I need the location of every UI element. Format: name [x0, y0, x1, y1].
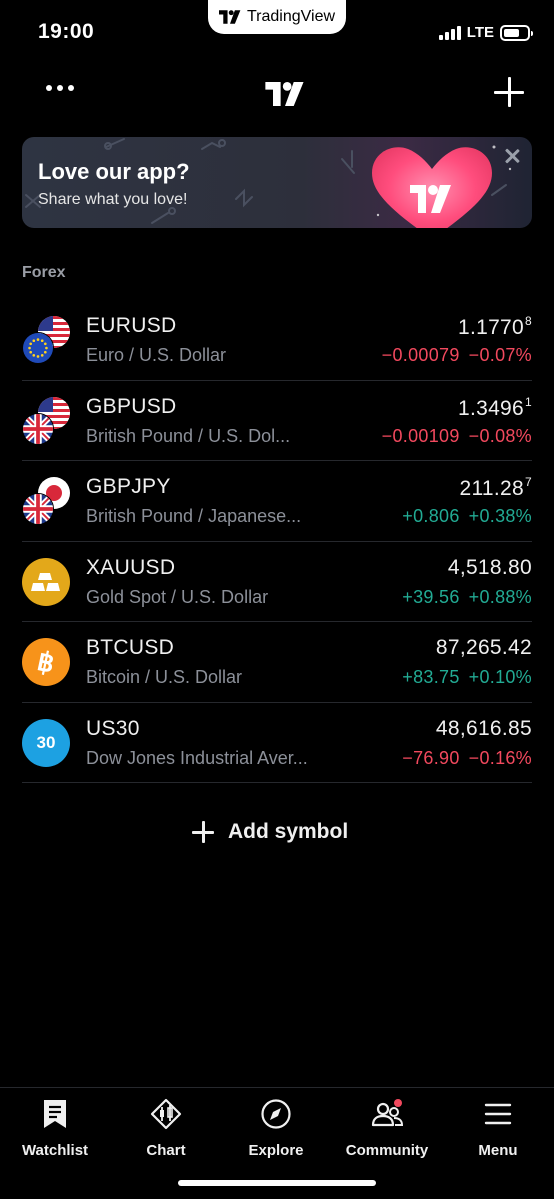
symbol-list: EURUSD Euro / U.S. Dollar 1.17708 −0.000…: [0, 300, 554, 783]
symbol-description: British Pound / U.S. Dol...: [86, 425, 291, 446]
network-label: LTE: [466, 24, 494, 41]
symbol-change: +83.75 +0.10%: [402, 667, 532, 688]
symbol-description: British Pound / Japanese...: [86, 506, 302, 526]
tab-label: Chart: [146, 1142, 186, 1159]
symbol-price: 87,265.42: [436, 636, 532, 660]
add-symbol-button[interactable]: Add symbol: [192, 820, 348, 844]
us30-index-icon: 30: [22, 718, 70, 767]
symbol-row-eurusd[interactable]: EURUSD Euro / U.S. Dollar 1.17708 −0.000…: [22, 300, 532, 381]
change-pct: −0.08%: [468, 425, 532, 446]
change-pct: +0.88%: [468, 586, 532, 607]
tab-label: Watchlist: [21, 1142, 89, 1159]
tab-community[interactable]: Community: [332, 1098, 442, 1159]
tab-label: Explore: [248, 1142, 304, 1159]
tradingview-logo-icon: [265, 82, 304, 106]
bitcoin-icon: ฿: [22, 638, 70, 686]
tradingview-logo-icon: [218, 10, 241, 24]
price-main: 48,616.85: [435, 716, 532, 740]
symbol-price: 48,616.85: [436, 717, 532, 741]
change-abs: +0.806: [402, 506, 460, 526]
community-icon: [371, 1099, 404, 1127]
symbol-price: 1.34961: [458, 395, 532, 421]
banner-subtitle: Share what you love!: [38, 191, 188, 208]
gold-bars-icon: [22, 557, 70, 606]
symbol-change: −0.00079 −0.07%: [382, 345, 532, 366]
price-pip: 8: [525, 314, 532, 328]
symbol-price: 1.17708: [458, 314, 532, 340]
price-main: 4,518.80: [447, 555, 532, 579]
close-icon[interactable]: [504, 148, 520, 164]
section-title[interactable]: Forex: [22, 264, 66, 282]
change-pct: +0.38%: [468, 506, 532, 526]
symbol-description: Gold Spot / U.S. Dollar: [86, 586, 269, 607]
hamburger-menu-icon: [484, 1103, 512, 1125]
symbol-change: −0.00109 −0.08%: [382, 426, 532, 447]
gbp-usd-flags-icon: [22, 396, 70, 445]
price-pip: 7: [525, 475, 532, 489]
price-pip: 1: [525, 394, 532, 409]
add-symbol-label: Add symbol: [228, 820, 349, 843]
status-time: 19:00: [38, 20, 95, 43]
price-main: 211.28: [459, 477, 525, 500]
notification-dot: [394, 1099, 402, 1107]
tradingview-pill[interactable]: TradingView: [208, 0, 346, 34]
change-abs: +39.56: [402, 586, 460, 607]
symbol-row-btcusd[interactable]: ฿ BTCUSD Bitcoin / U.S. Dollar 87,265.42…: [22, 622, 532, 703]
heart-logo-icon: [372, 147, 492, 228]
change-abs: −76.90: [402, 747, 460, 768]
symbol-row-xauusd[interactable]: XAUUSD Gold Spot / U.S. Dollar 4,518.80 …: [22, 542, 532, 622]
change-pct: +0.10%: [468, 667, 532, 687]
change-abs: +83.75: [402, 667, 460, 687]
tab-menu[interactable]: Menu: [443, 1098, 553, 1159]
symbol-ticker: EURUSD: [86, 314, 177, 337]
symbol-description: Dow Jones Industrial Aver...: [86, 747, 308, 768]
home-indicator[interactable]: [178, 1180, 376, 1186]
tab-watchlist[interactable]: Watchlist: [0, 1098, 110, 1159]
tab-label: Menu: [478, 1142, 518, 1159]
bookmark-icon: [44, 1100, 66, 1128]
price-main: 1.3496: [457, 396, 525, 420]
symbol-change: +0.806 +0.38%: [402, 506, 532, 527]
symbol-row-gbpusd[interactable]: GBPUSD British Pound / U.S. Dol... 1.349…: [22, 381, 532, 461]
symbol-price: 4,518.80: [448, 556, 532, 580]
tab-chart[interactable]: Chart: [111, 1098, 221, 1159]
symbol-price: 211.287: [460, 475, 532, 501]
symbol-change: −76.90 −0.16%: [402, 748, 532, 769]
tab-label: Community: [345, 1142, 429, 1159]
signal-icon: [438, 25, 461, 40]
symbol-row-us30[interactable]: 30 US30 Dow Jones Industrial Aver... 48,…: [22, 703, 532, 783]
rate-app-banner[interactable]: Love our app? Share what you love!: [22, 137, 532, 228]
change-abs: −0.00109: [381, 425, 460, 446]
battery-icon: [500, 24, 533, 41]
symbol-ticker: XAUUSD: [86, 555, 176, 579]
symbol-ticker: BTCUSD: [86, 636, 175, 659]
banner-title: Love our app?: [38, 159, 190, 184]
price-main: 87,265.42: [435, 636, 532, 659]
chart-candles-icon: [150, 1098, 182, 1130]
status-indicators: LTE: [438, 24, 533, 41]
symbol-ticker: GBPUSD: [86, 394, 177, 418]
change-abs: −0.00079: [381, 345, 460, 365]
tab-explore[interactable]: Explore: [221, 1098, 331, 1159]
change-pct: −0.16%: [468, 747, 532, 768]
tradingview-pill-label: TradingView: [246, 8, 336, 25]
eur-usd-flags-icon: [22, 316, 70, 364]
more-dots-icon[interactable]: [46, 85, 74, 91]
price-main: 1.1770: [457, 316, 525, 339]
symbol-description: Euro / U.S. Dollar: [86, 345, 227, 365]
symbol-ticker: GBPJPY: [86, 475, 171, 498]
compass-icon: [261, 1099, 291, 1129]
symbol-change: +39.56 +0.88%: [402, 587, 532, 608]
add-watchlist-button[interactable]: [494, 77, 524, 107]
status-bar: 19:00 TradingView LTE: [0, 0, 554, 60]
svg-text:฿: ฿: [35, 647, 57, 677]
top-nav: [0, 70, 554, 120]
symbol-description: Bitcoin / U.S. Dollar: [86, 667, 243, 687]
plus-icon: [192, 821, 214, 843]
change-pct: −0.07%: [468, 345, 532, 365]
symbol-row-gbpjpy[interactable]: GBPJPY British Pound / Japanese... 211.2…: [22, 461, 532, 542]
gbp-jpy-flags-icon: [22, 477, 70, 525]
symbol-ticker: US30: [86, 716, 140, 740]
